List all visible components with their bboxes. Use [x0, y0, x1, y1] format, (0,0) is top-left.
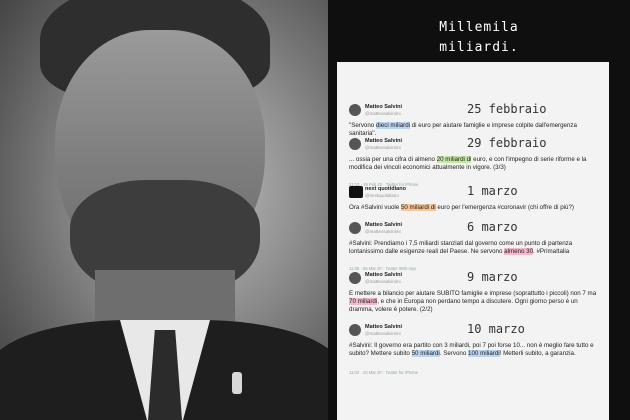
- tweet-text: #Salvini: Prendiamo i 7,5 miliardi stanz…: [349, 240, 601, 256]
- highlighted-amount: 50 miliardi di: [400, 204, 436, 211]
- avatar: [349, 138, 361, 150]
- tweet-handle: @matteosalvinimi: [365, 111, 401, 116]
- highlighted-amount: 20 miliardi di: [436, 156, 472, 163]
- highlighted-amount: dieci miliardi: [375, 122, 411, 129]
- highlighted-amount: 50 miliardi: [411, 350, 440, 357]
- tweet-text: #Salvini: Il governo era partito con 3 m…: [349, 342, 601, 358]
- tweet-text: ... ossia per una cifra di almeno 20 mil…: [349, 156, 601, 172]
- tweet-text-part: Ora #Salvini vuole: [349, 204, 401, 211]
- story-title-line2: miliardi.: [439, 40, 519, 55]
- avatar: [349, 222, 361, 234]
- avatar: [349, 324, 361, 336]
- tweet-author: Matteo Salvini: [365, 138, 402, 144]
- highlighted-amount: almeno 30: [504, 248, 534, 255]
- avatar: [349, 186, 363, 198]
- tweet-text-part: ... ossia per una cifra di almeno: [349, 156, 437, 163]
- tweet-text: E mettere a bilancio per aiutare SUBITO …: [349, 290, 601, 314]
- date-annotation: 25 febbraio: [467, 102, 547, 116]
- portrait-photo: [0, 0, 328, 420]
- tweet-author: Matteo Salvini: [365, 222, 402, 228]
- tweet-text-part: ! Metterli subito, a garanzia.: [499, 350, 576, 357]
- highlighted-amount: 100 miliardi: [468, 350, 500, 357]
- tweet-author: Matteo Salvini: [365, 272, 402, 278]
- date-annotation: 29 febbraio: [467, 136, 547, 150]
- tweets-collage: Matteo Salvini @matteosalvinimi 25 febbr…: [337, 62, 609, 420]
- highlighted-amount: 70 miliardi: [349, 298, 378, 305]
- date-annotation: 10 marzo: [467, 322, 525, 336]
- tweet-author: Matteo Salvini: [365, 104, 402, 110]
- date-annotation: 6 marzo: [467, 220, 518, 234]
- date-annotation: 1 marzo: [467, 184, 518, 198]
- tweet-handle: @matteosalvinimi: [365, 145, 401, 150]
- lapel-pin: [232, 372, 242, 394]
- tweet-meta: 11:02 · 10 Mar 20 · Twitter for iPhone: [349, 370, 418, 375]
- tweet-handle: @matteosalvinimi: [365, 229, 401, 234]
- tweet-handle: @nextquotidiano: [365, 193, 399, 198]
- tweet-author: Matteo Salvini: [365, 324, 402, 330]
- tweet-handle: @matteosalvinimi: [365, 279, 401, 284]
- tweet-handle: @matteosalvinimi: [365, 331, 401, 336]
- tweet-author: next quotidiano: [365, 186, 406, 192]
- story-title-line1: Millemila: [439, 20, 519, 35]
- tweet-text-part: . Servono: [439, 350, 469, 357]
- avatar: [349, 104, 361, 116]
- tweet-text-part: . #PrimaItalia: [533, 248, 570, 255]
- avatar: [349, 272, 361, 284]
- tweet-text-part: E mettere a bilancio per aiutare SUBITO …: [349, 290, 597, 297]
- tweet-text-part: "Servono: [349, 122, 376, 129]
- tweet-text-part: euro per l'emergenza #coronavir (chi off…: [435, 204, 574, 211]
- date-annotation: 9 marzo: [467, 270, 518, 284]
- tweet-text-part: , e che in Europa non perdano tempo a di…: [349, 298, 578, 313]
- tweet-text: Ora #Salvini vuole 50 miliardi di euro p…: [349, 204, 601, 212]
- tweet-meta: 11:38 · 06 Mar 20 · Twitter Web App: [349, 266, 416, 271]
